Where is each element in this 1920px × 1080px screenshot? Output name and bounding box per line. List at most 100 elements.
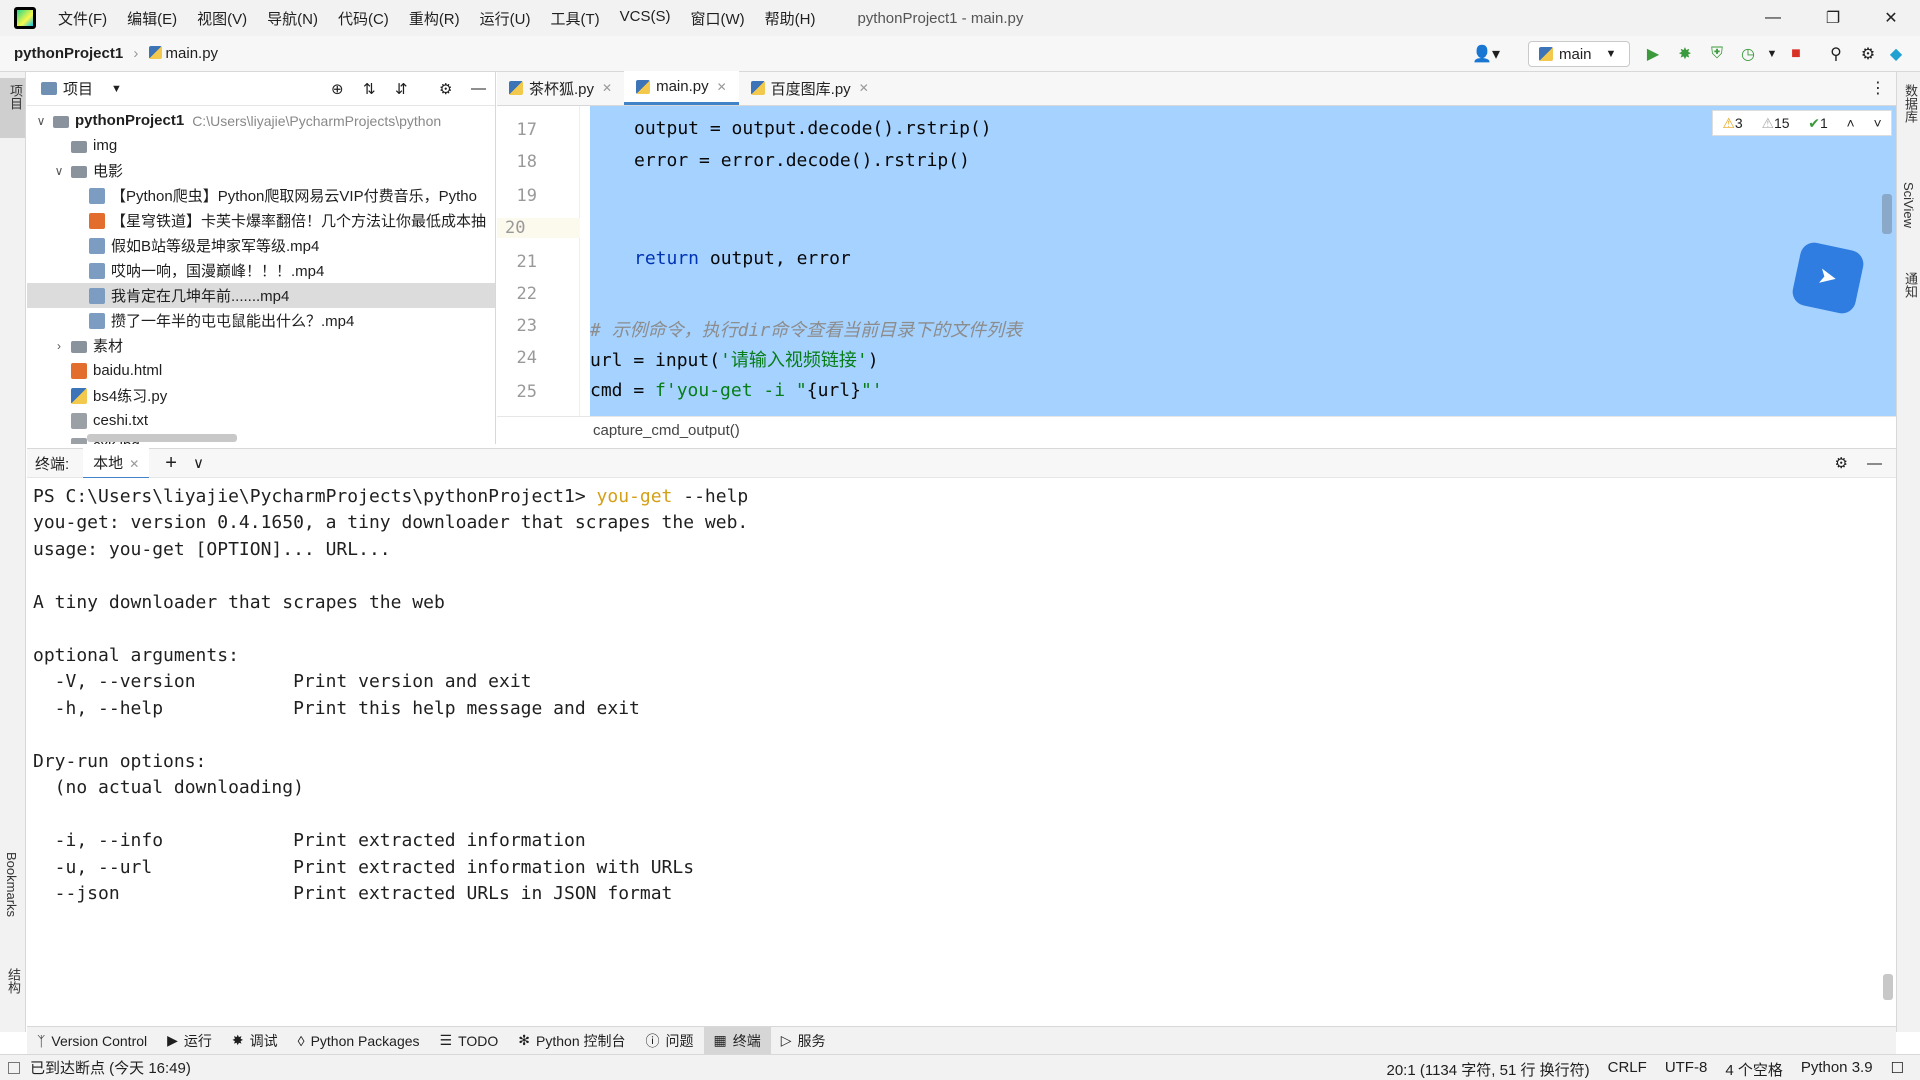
chevron-down-icon[interactable]: ▼ — [111, 83, 122, 95]
status-encoding[interactable]: UTF-8 — [1665, 1059, 1708, 1080]
breadcrumb-file[interactable]: main.py — [166, 45, 219, 62]
jetbrains-toolbox-icon[interactable]: ◆ — [1886, 44, 1906, 64]
profile-icon[interactable]: ◷ — [1738, 44, 1758, 64]
stop-icon[interactable]: ■ — [1786, 44, 1806, 64]
restore-icon[interactable]: ❐ — [1804, 0, 1862, 36]
structure-tool-tab[interactable]: 结构 — [4, 968, 23, 994]
close-tab-icon[interactable]: ✕ — [129, 457, 139, 471]
project-tool-tab[interactable]: 项目 — [0, 78, 25, 138]
more-run-chevron-icon[interactable]: ▼ — [1762, 44, 1782, 64]
warning-count[interactable]: ⚠3 — [1722, 115, 1742, 132]
menu-file[interactable]: 文件(F) — [56, 6, 109, 31]
status-indent[interactable]: 4 个空格 — [1725, 1059, 1783, 1080]
menu-edit[interactable]: 编辑(E) — [125, 6, 179, 31]
terminal-tab-local[interactable]: 本地 ✕ — [83, 447, 150, 479]
chevron-right-icon[interactable]: › — [51, 339, 67, 353]
tree-folder[interactable]: img — [27, 133, 495, 158]
tab-main[interactable]: main.py ✕ — [624, 71, 739, 105]
hide-panel-icon[interactable]: — — [1867, 455, 1882, 472]
breadcrumb-function[interactable]: capture_cmd_output() — [593, 422, 740, 439]
weak-warning-count[interactable]: ⚠15 — [1761, 115, 1789, 132]
tool-python-packages[interactable]: ◊ Python Packages — [288, 1027, 430, 1055]
tool-todo[interactable]: ☰ TODO — [430, 1027, 509, 1055]
add-terminal-icon[interactable]: + — [165, 452, 177, 475]
tree-file[interactable]: 我肯定在几坤年前.......mp4 — [27, 283, 495, 308]
locate-icon[interactable]: ⊕ — [331, 80, 344, 98]
settings-icon[interactable]: ⚙ — [1858, 44, 1878, 64]
minimize-icon[interactable]: — — [1744, 0, 1802, 36]
status-caret-position[interactable]: 20:1 (1134 字符, 51 行 换行符) — [1387, 1059, 1590, 1080]
menu-refactor[interactable]: 重构(R) — [407, 6, 462, 31]
terminal-output[interactable]: PS C:\Users\liyajie\PycharmProjects\pyth… — [27, 478, 1896, 1024]
tool-windows-toggle-icon[interactable] — [8, 1061, 20, 1074]
menu-view[interactable]: 视图(V) — [195, 6, 249, 31]
tool-debug[interactable]: ✸ 调试 — [222, 1027, 288, 1055]
notifications-tool-tab[interactable]: 通知 — [1901, 272, 1920, 298]
status-interpreter[interactable]: Python 3.9 — [1801, 1059, 1873, 1080]
hide-panel-icon[interactable]: — — [471, 80, 486, 97]
gear-icon[interactable]: ⚙ — [439, 80, 452, 98]
menu-run[interactable]: 运行(U) — [478, 6, 533, 31]
gear-icon[interactable]: ⚙ — [1835, 454, 1848, 472]
expand-all-icon[interactable]: ⇅ — [363, 80, 376, 98]
menu-navigate[interactable]: 导航(N) — [265, 6, 320, 31]
bookmarks-tool-tab[interactable]: Bookmarks — [4, 852, 19, 917]
tree-folder[interactable]: ∨ 电影 — [27, 158, 495, 183]
project-panel-title[interactable]: 项目 — [63, 78, 93, 99]
tool-terminal[interactable]: ▦ 终端 — [703, 1026, 771, 1055]
collapse-all-icon[interactable]: ⇵ — [395, 80, 408, 98]
project-horizontal-scrollbar[interactable] — [87, 434, 237, 442]
tree-file[interactable]: 假如B站等级是坤家军等级.mp4 — [27, 233, 495, 258]
lock-icon[interactable]: ☐ — [1891, 1059, 1904, 1080]
menu-code[interactable]: 代码(C) — [336, 6, 391, 31]
chevron-down-icon[interactable]: ∨ — [193, 454, 204, 472]
menu-vcs[interactable]: VCS(S) — [618, 6, 673, 31]
tree-file[interactable]: 哎呐一响，国漫巅峰！！！.mp4 — [27, 258, 495, 283]
tool-version-control[interactable]: ᛉ Version Control — [27, 1027, 157, 1055]
tool-services[interactable]: ▷ 服务 — [771, 1027, 836, 1055]
tree-file[interactable]: 【星穹铁道】卡芙卡爆率翻倍！几个方法让你最低成本抽 — [27, 208, 495, 233]
search-icon[interactable]: ⚲ — [1826, 44, 1846, 64]
chevron-down-icon[interactable]: ˅ — [1873, 115, 1881, 131]
terminal-scrollbar[interactable] — [1883, 974, 1893, 1000]
menu-window[interactable]: 窗口(W) — [688, 6, 746, 31]
close-tab-icon[interactable]: ✕ — [717, 80, 727, 94]
weak-warning-count-value: 15 — [1774, 114, 1790, 131]
tree-file[interactable]: baidu.html — [27, 358, 495, 383]
tool-problems[interactable]: ⓘ 问题 — [636, 1027, 704, 1055]
status-message[interactable]: 已到达断点 (今天 16:49) — [30, 1057, 191, 1078]
close-tab-icon[interactable]: ✕ — [859, 81, 869, 95]
tab-baidu-tuku[interactable]: 百度图库.py ✕ — [739, 71, 881, 105]
menu-help[interactable]: 帮助(H) — [763, 6, 818, 31]
tool-python-console[interactable]: ✻ Python 控制台 — [508, 1027, 635, 1055]
inspection-widget[interactable]: ⚠3 ⚠15 ✔1 ˄ ˅ — [1712, 110, 1892, 136]
run-icon[interactable]: ▶ — [1643, 44, 1663, 64]
breadcrumb-project[interactable]: pythonProject1 — [14, 45, 123, 62]
sciview-tool-tab[interactable]: SciView — [1901, 182, 1916, 228]
user-icon[interactable]: 👤▾ — [1472, 44, 1500, 64]
tool-run[interactable]: ▶ 运行 — [157, 1027, 222, 1055]
tree-file[interactable]: 【Python爬虫】Python爬取网易云VIP付费音乐，Pytho — [27, 183, 495, 208]
tab-chabeihu[interactable]: 茶杯狐.py ✕ — [497, 71, 624, 105]
debug-icon[interactable]: ✸ — [1675, 44, 1695, 64]
tree-folder[interactable]: › 素材 — [27, 333, 495, 358]
chevron-up-icon[interactable]: ˄ — [1847, 115, 1855, 131]
tree-file[interactable]: 攒了一年半的屯屯鼠能出什么？.mp4 — [27, 308, 495, 333]
tree-file[interactable]: bs4练习.py — [27, 383, 495, 408]
run-config-select[interactable]: main ▼ — [1528, 41, 1630, 67]
tree-file[interactable]: ceshi.txt — [27, 408, 495, 433]
chevron-down-icon[interactable]: ∨ — [51, 164, 67, 178]
menu-tools[interactable]: 工具(T) — [548, 6, 601, 31]
close-tab-icon[interactable]: ✕ — [602, 81, 612, 95]
chevron-down-icon[interactable]: ∨ — [33, 114, 49, 128]
status-line-separator[interactable]: CRLF — [1608, 1059, 1647, 1080]
more-tabs-icon[interactable]: ⋮ — [1870, 78, 1886, 98]
bird-assistant-icon[interactable]: ➤ — [1790, 240, 1866, 316]
database-tool-tab[interactable]: 数据库 — [1901, 84, 1920, 123]
code-editor[interactable]: output = output.decode().rstrip() error … — [590, 106, 1896, 416]
tree-root[interactable]: ∨ pythonProject1 C:\Users\liyajie\Pychar… — [27, 108, 495, 133]
code-scrollbar[interactable] — [1882, 194, 1892, 234]
coverage-icon[interactable]: ⛨ — [1707, 44, 1727, 64]
close-icon[interactable]: ✕ — [1862, 0, 1920, 36]
ok-count[interactable]: ✔1 — [1808, 115, 1828, 132]
